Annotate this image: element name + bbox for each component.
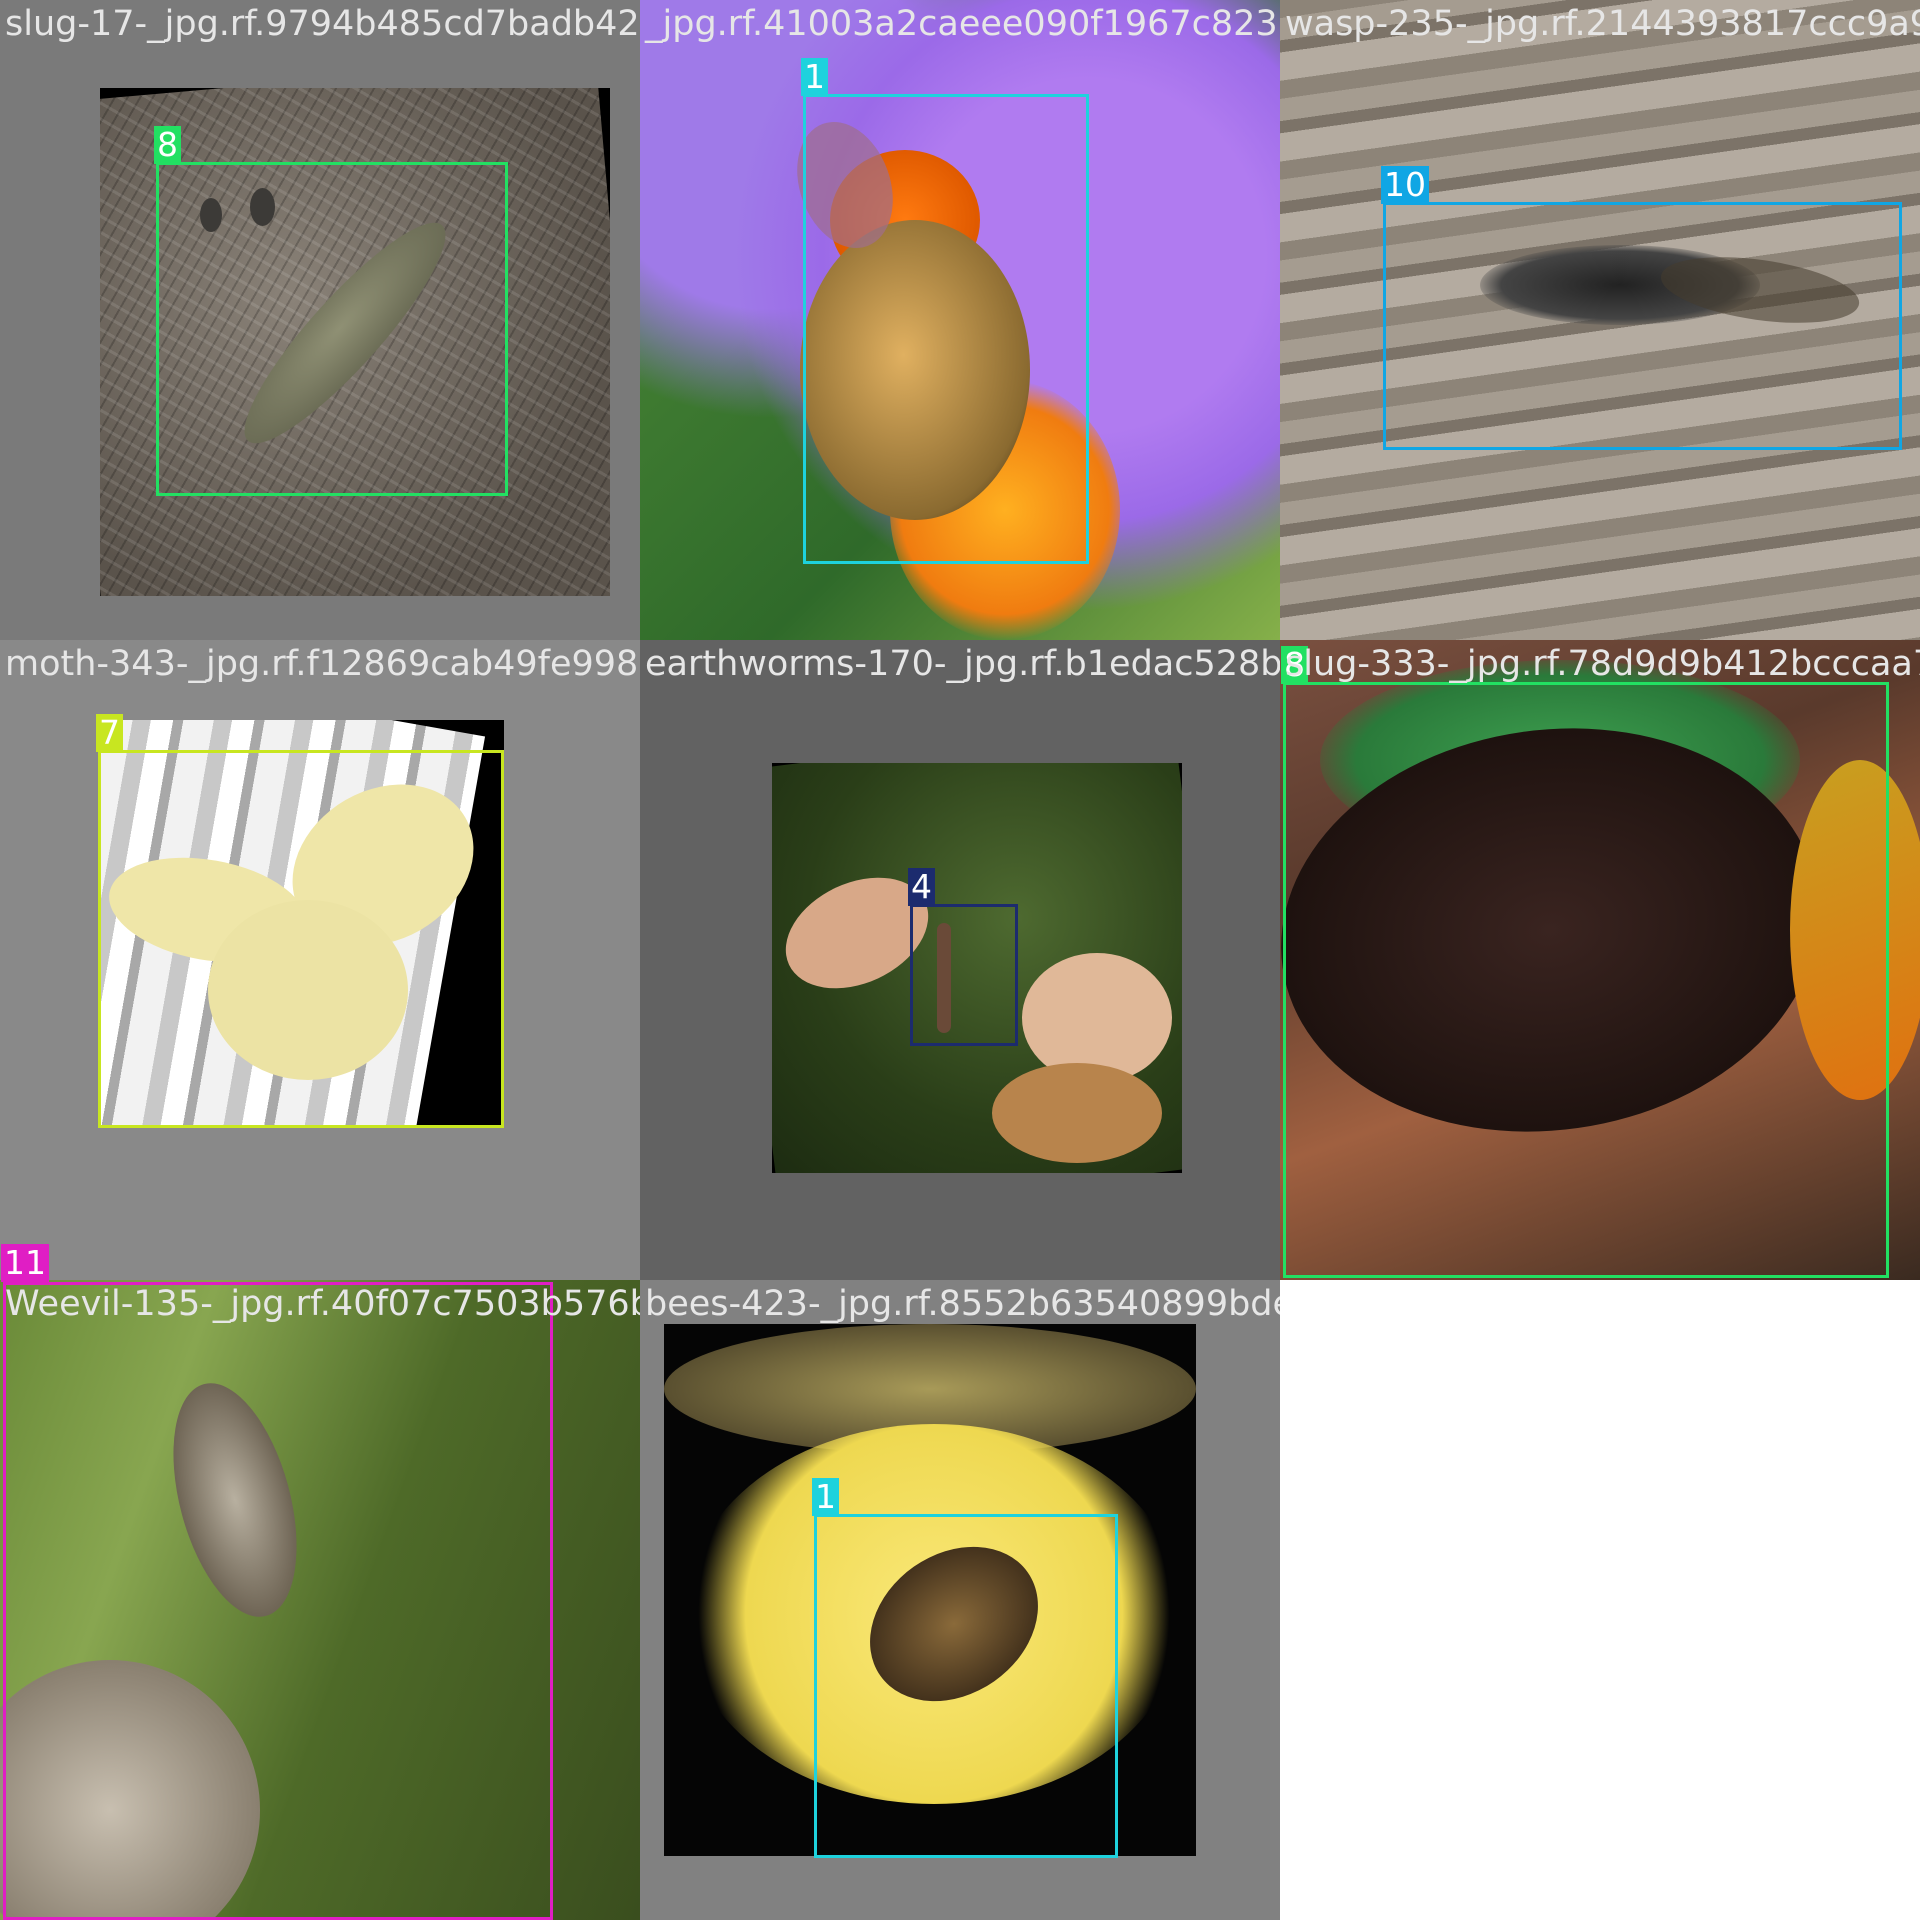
tile-moth: 7 moth-343-_jpg.rf.f12869cab49fe99807e53…	[0, 640, 640, 1280]
beard	[992, 1063, 1162, 1163]
bbox-earthworm	[910, 904, 1018, 1046]
tile-bumblebee: 1 _jpg.rf.41003a2caeee090f1967c8235	[640, 0, 1280, 640]
class-label: 8	[154, 126, 181, 164]
tile-filename: wasp-235-_jpg.rf.2144393817ccc9a9e	[1285, 4, 1920, 44]
tile-weevil: Weevil-135-_jpg.rf.40f07c7503b576b0655bd…	[0, 1280, 640, 1920]
tile-wasp: 10 wasp-235-_jpg.rf.2144393817ccc9a9e	[1280, 0, 1920, 640]
bbox-bee	[814, 1514, 1118, 1858]
tile-filename: slug-17-_jpg.rf.9794b485cd7badb42fd78ed3…	[5, 4, 640, 44]
class-label: 7	[96, 714, 123, 752]
bbox-slug	[156, 162, 508, 496]
bbox-slug	[1283, 682, 1889, 1278]
mosaic-canvas: { "tiles": [ { "id": "slug", "filename":…	[0, 0, 1920, 1920]
tile-filename: bees-423-_jpg.rf.8552b63540899bdecce029c	[645, 1284, 1280, 1324]
tile-filename: Weevil-135-_jpg.rf.40f07c7503b576b0655bd…	[5, 1284, 640, 1324]
tile-earthworms: 4 earthworms-170-_jpg.rf.b1edac528b49138…	[640, 640, 1280, 1280]
class-label: 10	[1381, 166, 1429, 204]
tile-bees: 1 bees-423-_jpg.rf.8552b63540899bdecce02…	[640, 1280, 1280, 1920]
tile-slug: 8 slug-17-_jpg.rf.9794b485cd7badb42fd78e…	[0, 0, 640, 640]
class-label: 1	[801, 58, 828, 96]
tile-filename: moth-343-_jpg.rf.f12869cab49fe99807e5335…	[5, 644, 640, 684]
bbox-wasp	[1383, 202, 1902, 450]
class-label: 1	[812, 1478, 839, 1516]
bbox-weevil	[3, 1282, 553, 1920]
tile-filename: _jpg.rf.41003a2caeee090f1967c8235	[645, 4, 1280, 44]
bbox-moth	[98, 750, 504, 1128]
class-label: 4	[908, 868, 935, 906]
tile-filename: slug-333-_jpg.rf.78d9d9b412bcccaa72	[1285, 644, 1920, 684]
tile-filename: earthworms-170-_jpg.rf.b1edac528b4913808…	[645, 644, 1280, 684]
bbox-bumblebee	[803, 94, 1089, 564]
class-label: 11	[1, 1244, 49, 1282]
tile-slug-closeup: 8 slug-333-_jpg.rf.78d9d9b412bcccaa72	[1280, 640, 1920, 1280]
